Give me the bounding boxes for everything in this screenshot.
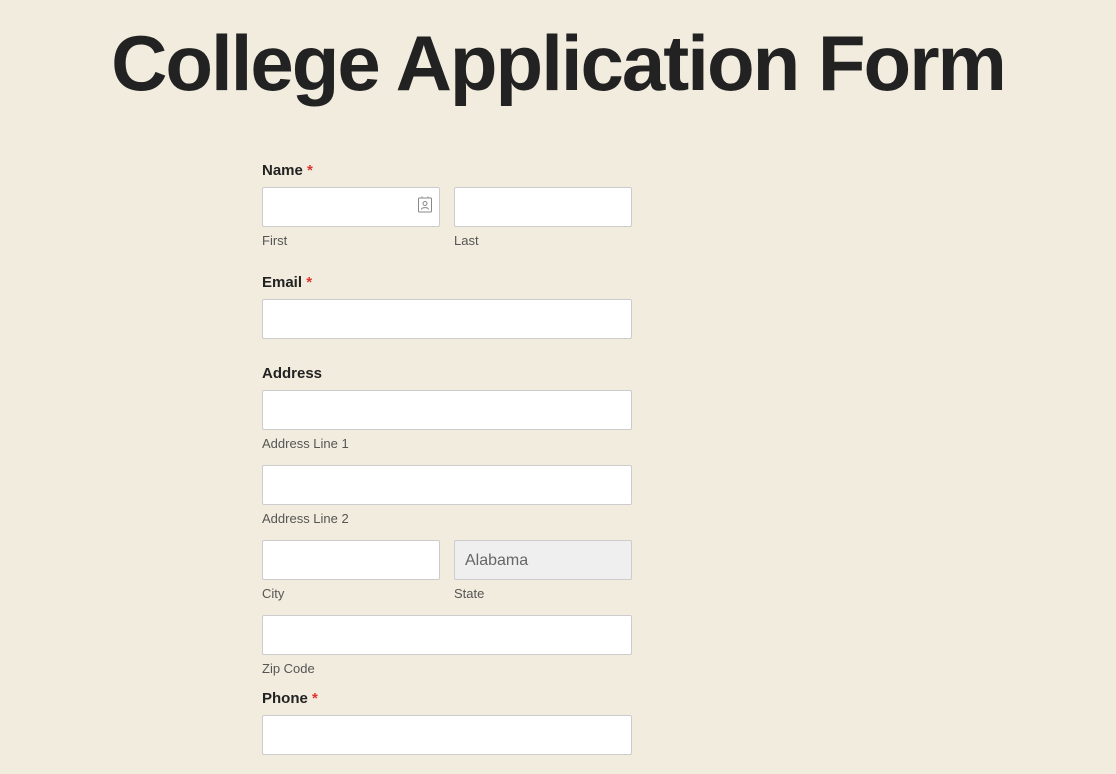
phone-input[interactable] (262, 715, 632, 755)
email-label: Email * (262, 274, 632, 291)
email-field-group: Email * (262, 274, 632, 339)
address-line2-sublabel: Address Line 2 (262, 511, 632, 526)
last-name-sublabel: Last (454, 233, 632, 248)
name-label: Name * (262, 162, 632, 179)
email-input[interactable] (262, 299, 632, 339)
address-label-text: Address (262, 365, 322, 382)
zip-sublabel: Zip Code (262, 661, 632, 676)
city-input[interactable] (262, 540, 440, 580)
email-label-text: Email (262, 274, 302, 291)
page-title: College Application Form (0, 24, 1116, 102)
first-name-input[interactable] (262, 187, 440, 227)
address-label: Address (262, 365, 632, 382)
last-name-input[interactable] (454, 187, 632, 227)
address-line2-input[interactable] (262, 465, 632, 505)
state-select[interactable]: Alabama (454, 540, 632, 580)
required-mark: * (306, 274, 312, 291)
address-field-group: Address Address Line 1 Address Line 2 Ci… (262, 365, 632, 676)
name-field-group: Name * First (262, 162, 632, 248)
application-form: Name * First (262, 162, 632, 755)
state-sublabel: State (454, 586, 632, 601)
phone-label: Phone * (262, 690, 632, 707)
city-sublabel: City (262, 586, 440, 601)
required-mark: * (312, 690, 318, 707)
zip-input[interactable] (262, 615, 632, 655)
address-line1-input[interactable] (262, 390, 632, 430)
required-mark: * (307, 162, 313, 179)
phone-label-text: Phone (262, 690, 308, 707)
name-label-text: Name (262, 162, 303, 179)
first-name-sublabel: First (262, 233, 440, 248)
phone-field-group: Phone * (262, 690, 632, 755)
address-line1-sublabel: Address Line 1 (262, 436, 632, 451)
